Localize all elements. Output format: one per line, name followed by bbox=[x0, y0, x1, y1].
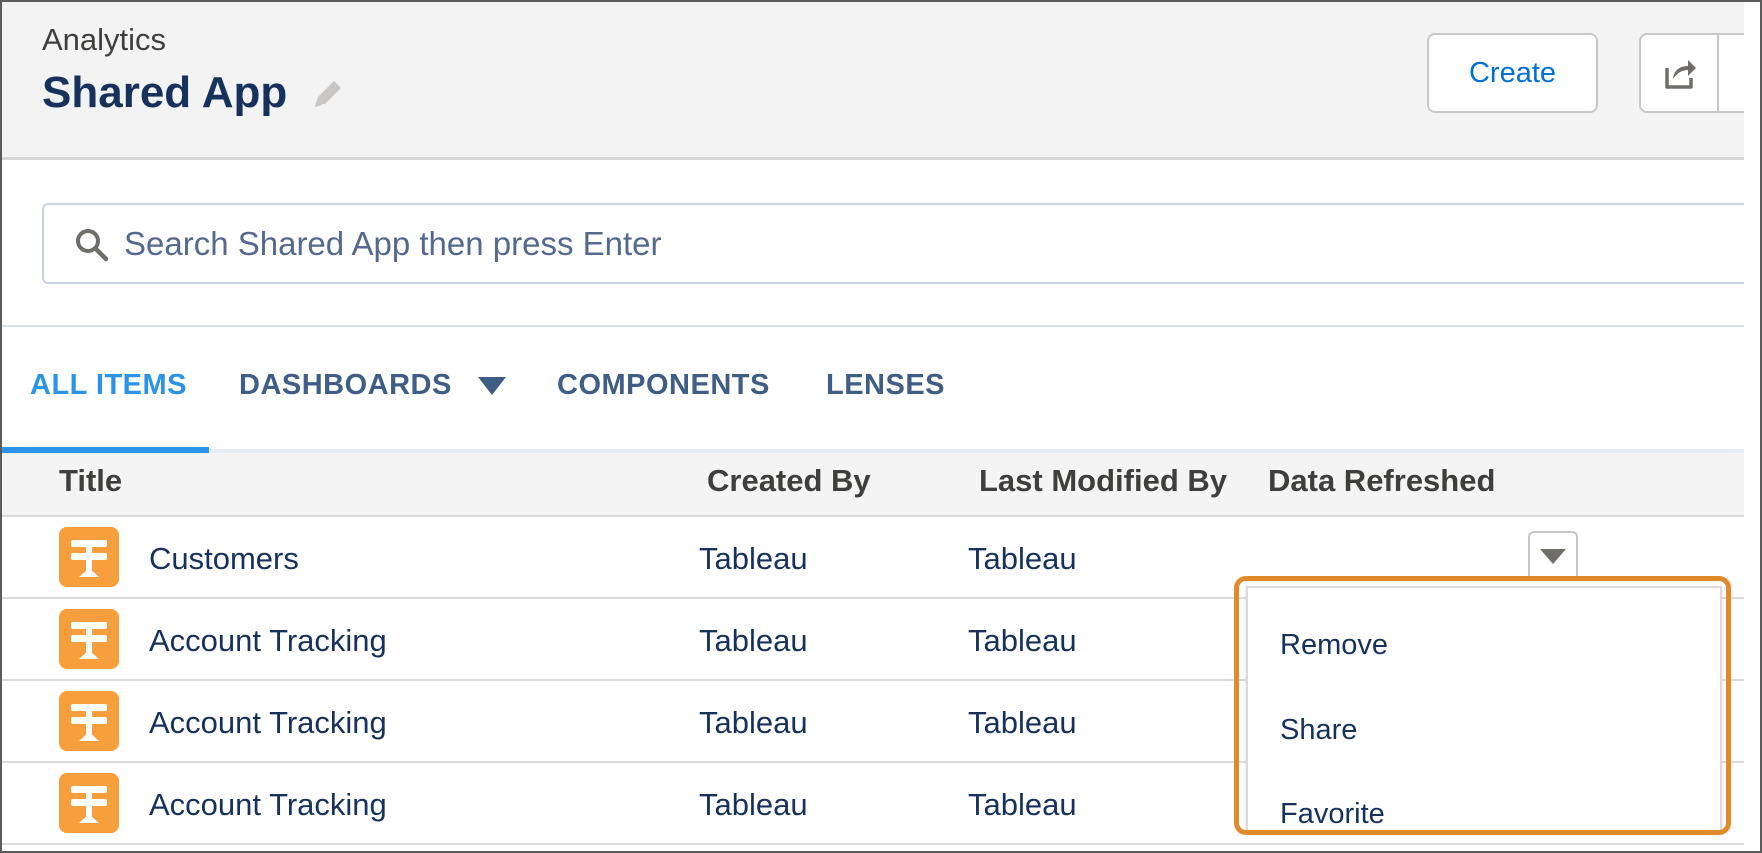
column-header-last-modified-by[interactable]: Last Modified By bbox=[979, 463, 1227, 499]
app-eyebrow: Analytics bbox=[42, 22, 167, 57]
row-created-by: Tableau bbox=[699, 705, 808, 740]
row-created-by: Tableau bbox=[699, 787, 808, 822]
signpost-icon bbox=[59, 527, 119, 587]
tab-label: ALL ITEMS bbox=[30, 369, 188, 401]
signpost-icon bbox=[59, 691, 119, 751]
tab-all-items[interactable]: ALL ITEMS bbox=[30, 369, 187, 402]
row-actions-button[interactable] bbox=[1528, 531, 1578, 581]
tab-components[interactable]: COMPONENTS bbox=[557, 369, 770, 402]
table-header: Title Created By Last Modified By Data R… bbox=[2, 453, 1744, 517]
tab-label: DASHBOARDS bbox=[239, 369, 452, 401]
signpost-icon bbox=[59, 773, 119, 833]
row-title[interactable]: Account Tracking bbox=[149, 787, 387, 823]
search-input[interactable] bbox=[124, 215, 1624, 273]
row-title[interactable]: Customers bbox=[149, 541, 299, 577]
share-icon bbox=[1665, 60, 1696, 89]
search-area bbox=[2, 163, 1760, 327]
app-window: Analytics Shared App Create ALL ITEMS bbox=[0, 0, 1762, 853]
row-last-modified-by: Tableau bbox=[968, 541, 1077, 576]
callout-highlight bbox=[1234, 576, 1731, 835]
page-title: Shared App bbox=[42, 68, 288, 117]
row-created-by: Tableau bbox=[699, 541, 808, 576]
right-edge bbox=[1744, 2, 1760, 851]
search-icon bbox=[76, 229, 109, 262]
signpost-icon bbox=[59, 609, 119, 669]
create-button[interactable]: Create bbox=[1427, 33, 1598, 113]
row-title[interactable]: Account Tracking bbox=[149, 623, 387, 659]
chevron-down-icon bbox=[1540, 548, 1566, 564]
tab-label: COMPONENTS bbox=[557, 369, 770, 401]
tab-dashboards[interactable]: DASHBOARDS bbox=[239, 369, 506, 402]
row-last-modified-by: Tableau bbox=[968, 623, 1077, 658]
search-box[interactable] bbox=[42, 203, 1760, 284]
column-header-data-refreshed[interactable]: Data Refreshed bbox=[1268, 463, 1495, 499]
row-title[interactable]: Account Tracking bbox=[149, 705, 387, 741]
row-last-modified-by: Tableau bbox=[968, 787, 1077, 822]
column-header-created-by[interactable]: Created By bbox=[707, 463, 871, 499]
pencil-icon[interactable] bbox=[308, 74, 348, 114]
row-last-modified-by: Tableau bbox=[968, 705, 1077, 740]
tab-label: LENSES bbox=[826, 369, 946, 401]
page-header: Analytics Shared App Create bbox=[2, 2, 1760, 160]
row-created-by: Tableau bbox=[699, 623, 808, 658]
column-header-title[interactable]: Title bbox=[59, 463, 122, 499]
tab-lenses[interactable]: LENSES bbox=[826, 369, 945, 402]
share-button[interactable] bbox=[1639, 33, 1719, 113]
tab-bar: ALL ITEMS DASHBOARDS COMPONENTS LENSES bbox=[2, 329, 1744, 453]
chevron-down-icon[interactable] bbox=[477, 376, 506, 395]
